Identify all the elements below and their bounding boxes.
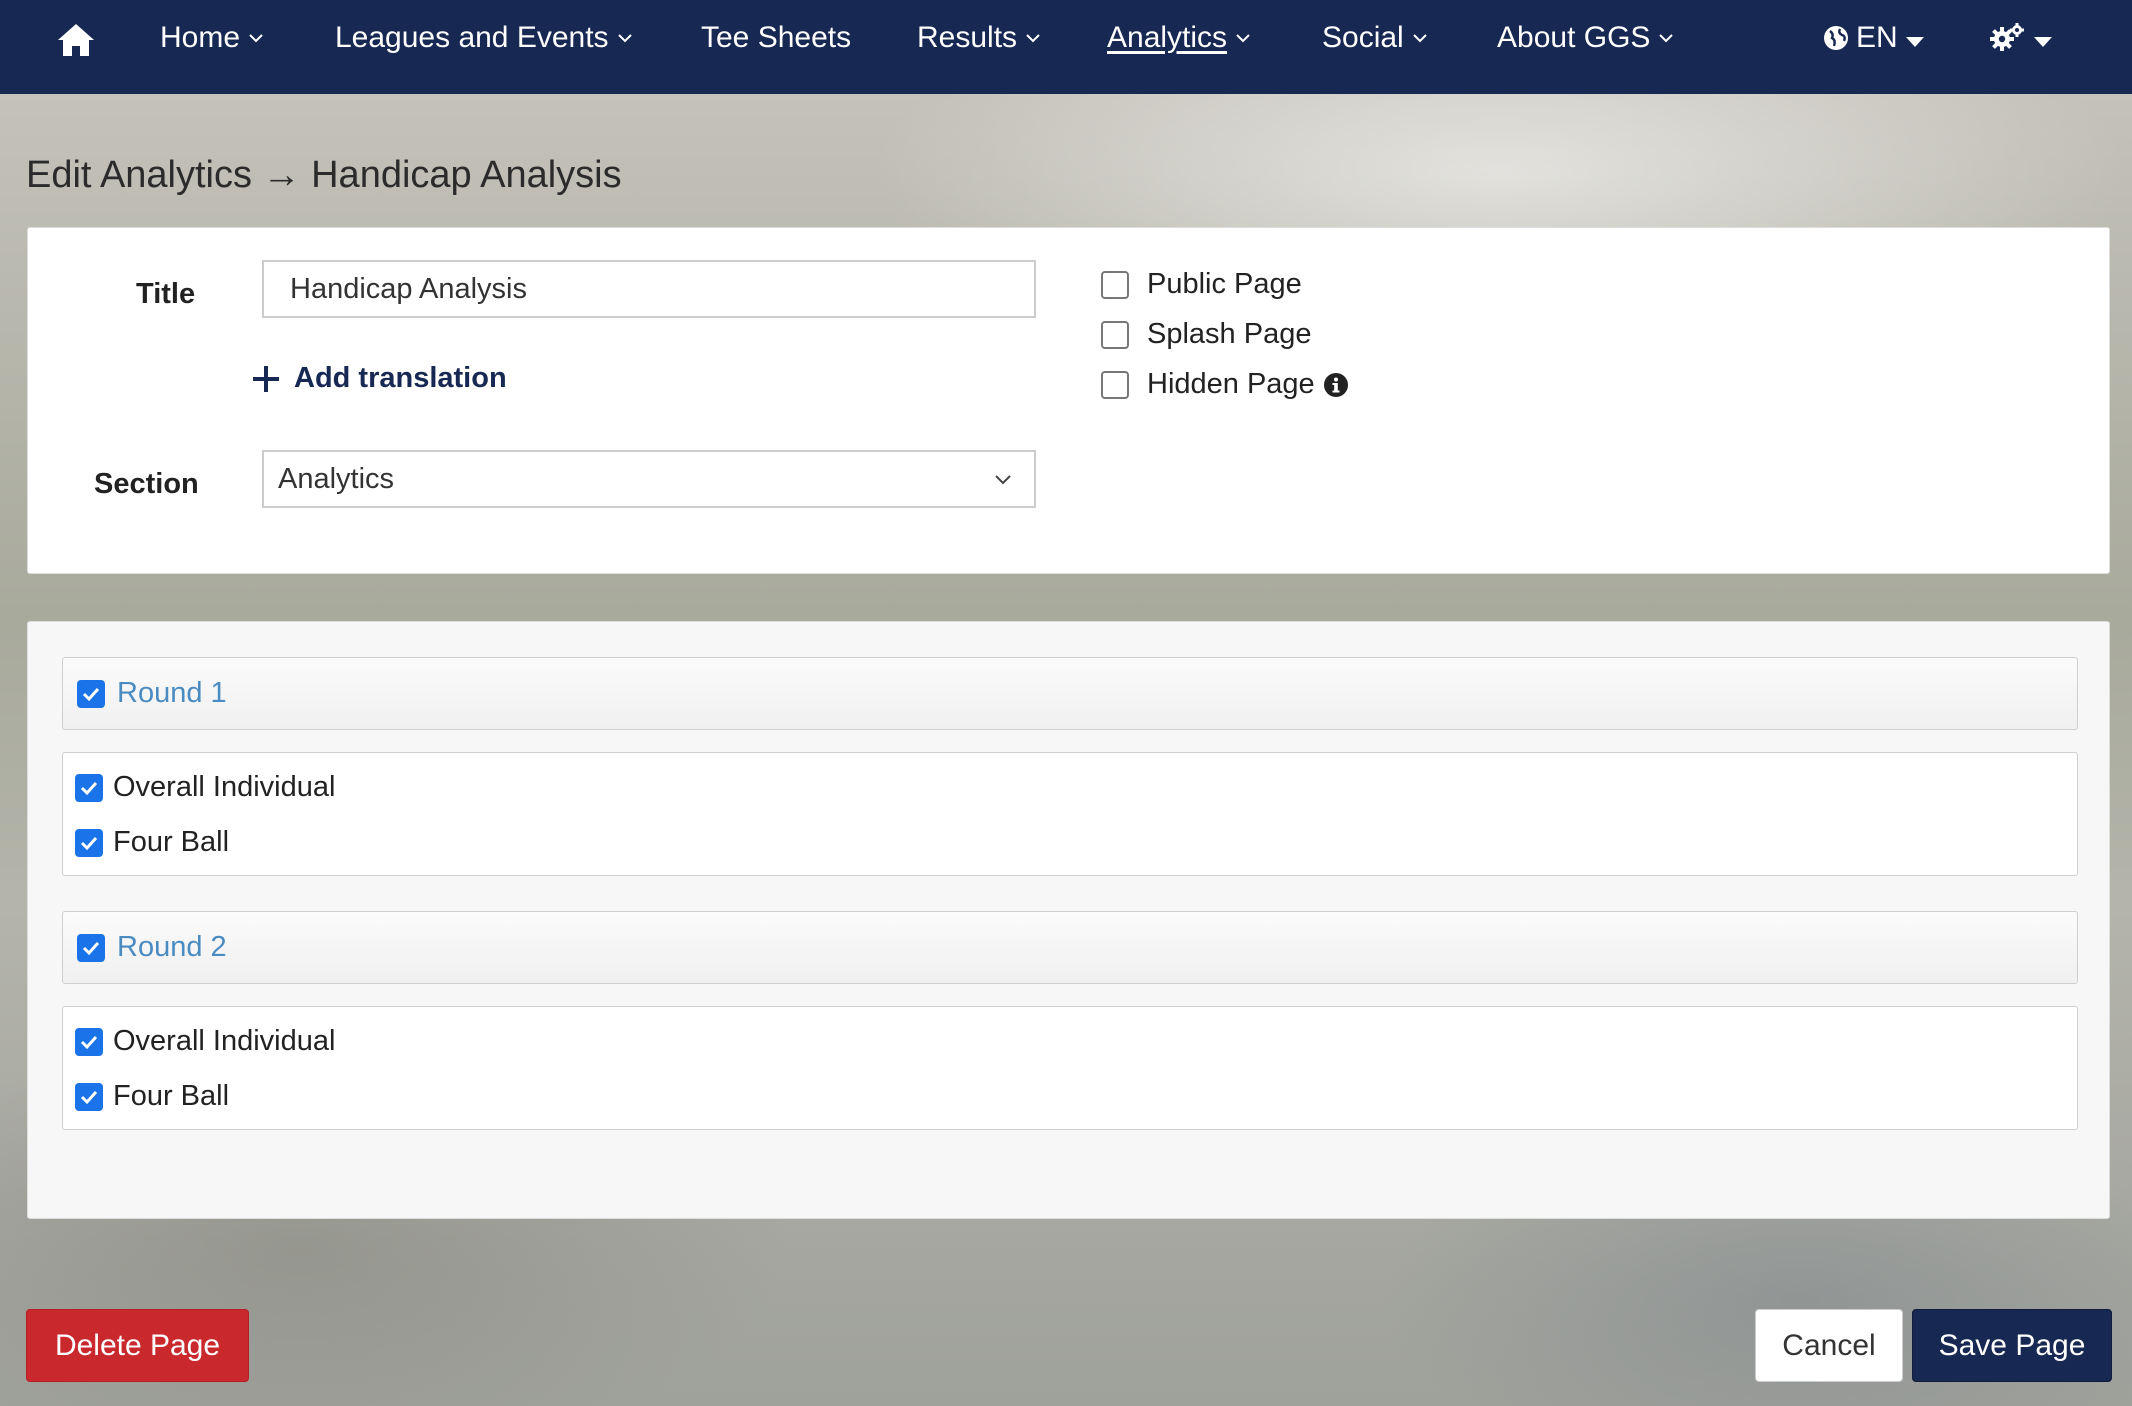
checkmark-icon [80,1090,98,1104]
round-1-body: Overall Individual Four Ball [62,752,2078,876]
round-1-overall-individual[interactable]: Overall Individual [75,771,335,804]
hidden-page-checkbox[interactable] [1101,370,1129,399]
nav-home[interactable]: Home [160,18,264,58]
section-label: Section [94,468,199,500]
info-icon[interactable] [1323,372,1349,398]
round-2-header: Round 2 [62,911,2078,984]
nav-analytics[interactable]: Analytics [1107,18,1251,58]
round-2-four-ball[interactable]: Four Ball [75,1080,229,1113]
language-label: EN [1856,21,1898,54]
round-1-four-ball-label: Four Ball [113,826,230,858]
checkmark-icon [82,941,100,955]
add-translation-label: Add translation [294,362,507,394]
nav-tee-sheets-label: Tee Sheets [701,21,852,54]
rounds-card: Round 1 Overall Individual Four Ball Rou… [27,621,2110,1219]
nav-results-label: Results [917,21,1018,54]
add-translation-link[interactable]: Add translation [252,362,507,395]
page-settings-card: Title Add translation Section Analytics … [27,227,2110,574]
title-label: Title [136,278,196,310]
round-2-four-ball-checkbox[interactable] [75,1082,103,1111]
checkmark-icon [80,781,98,795]
round-2-four-ball-label: Four Ball [113,1080,230,1112]
gears-icon [1990,23,2024,51]
round-2-overall-individual-checkbox[interactable] [75,1027,103,1056]
round-1-four-ball-checkbox[interactable] [75,828,103,857]
round-2-overall-individual-label: Overall Individual [113,1025,336,1057]
nav-about-label: About GGS [1497,21,1651,54]
round-1-header: Round 1 [62,657,2078,730]
nav-leagues-label: Leagues and Events [335,21,609,54]
splash-page-option[interactable]: Splash Page [1101,318,1311,351]
public-page-label: Public Page [1147,268,1302,300]
nav-social-label: Social [1322,21,1404,54]
section-select[interactable]: Analytics [262,450,1036,508]
nav-analytics-label: Analytics [1107,21,1228,54]
settings-menu[interactable] [1990,18,2052,58]
nav-tee-sheets[interactable]: Tee Sheets [701,18,851,58]
page-title: Edit Analytics → Handicap Analysis [26,154,622,196]
top-navbar: Home Leagues and Events Tee Sheets Resul… [0,0,2132,94]
round-1-overall-individual-checkbox[interactable] [75,773,103,802]
delete-page-button[interactable]: Delete Page [26,1309,249,1382]
nav-results[interactable]: Results [917,18,1041,58]
round-1-checkbox[interactable] [77,679,105,708]
checkmark-icon [82,687,100,701]
title-input[interactable] [262,260,1036,318]
language-selector[interactable]: EN [1822,18,1924,58]
checkmark-icon [80,836,98,850]
hidden-page-label: Hidden Page [1147,368,1315,400]
round-1-four-ball[interactable]: Four Ball [75,826,229,859]
splash-page-label: Splash Page [1147,318,1312,350]
nav-about-ggs[interactable]: About GGS [1497,18,1674,58]
chevron-down-icon [1659,34,1674,43]
chevron-down-icon [1026,34,1040,43]
globe-icon [1824,26,1848,50]
chevron-down-icon [249,34,263,43]
nav-leagues-and-events[interactable]: Leagues and Events [335,18,633,58]
round-2-checkbox[interactable] [77,933,105,962]
public-page-option[interactable]: Public Page [1101,268,1302,301]
public-page-checkbox[interactable] [1101,270,1129,299]
chevron-down-icon [995,475,1011,485]
round-2-body: Overall Individual Four Ball [62,1006,2078,1130]
checkmark-icon [80,1035,98,1049]
plus-icon [253,365,279,392]
chevron-down-icon [1236,34,1250,43]
splash-page-checkbox[interactable] [1101,320,1129,349]
round-2-overall-individual[interactable]: Overall Individual [75,1025,335,1058]
caret-down-icon [1905,37,1924,47]
section-select-value: Analytics [278,462,395,495]
chevron-down-icon [1413,34,1427,43]
round-1-overall-individual-label: Overall Individual [113,771,336,803]
hidden-page-option[interactable]: Hidden Page [1101,368,1349,401]
save-page-button[interactable]: Save Page [1912,1309,2112,1382]
nav-social[interactable]: Social [1322,18,1428,58]
round-1-label[interactable]: Round 1 [117,677,227,710]
round-2-label[interactable]: Round 2 [117,931,227,964]
cancel-button[interactable]: Cancel [1755,1309,1903,1382]
chevron-down-icon [617,34,632,43]
nav-home-label: Home [160,21,241,54]
home-icon[interactable] [56,22,96,58]
caret-down-icon [2034,37,2052,47]
